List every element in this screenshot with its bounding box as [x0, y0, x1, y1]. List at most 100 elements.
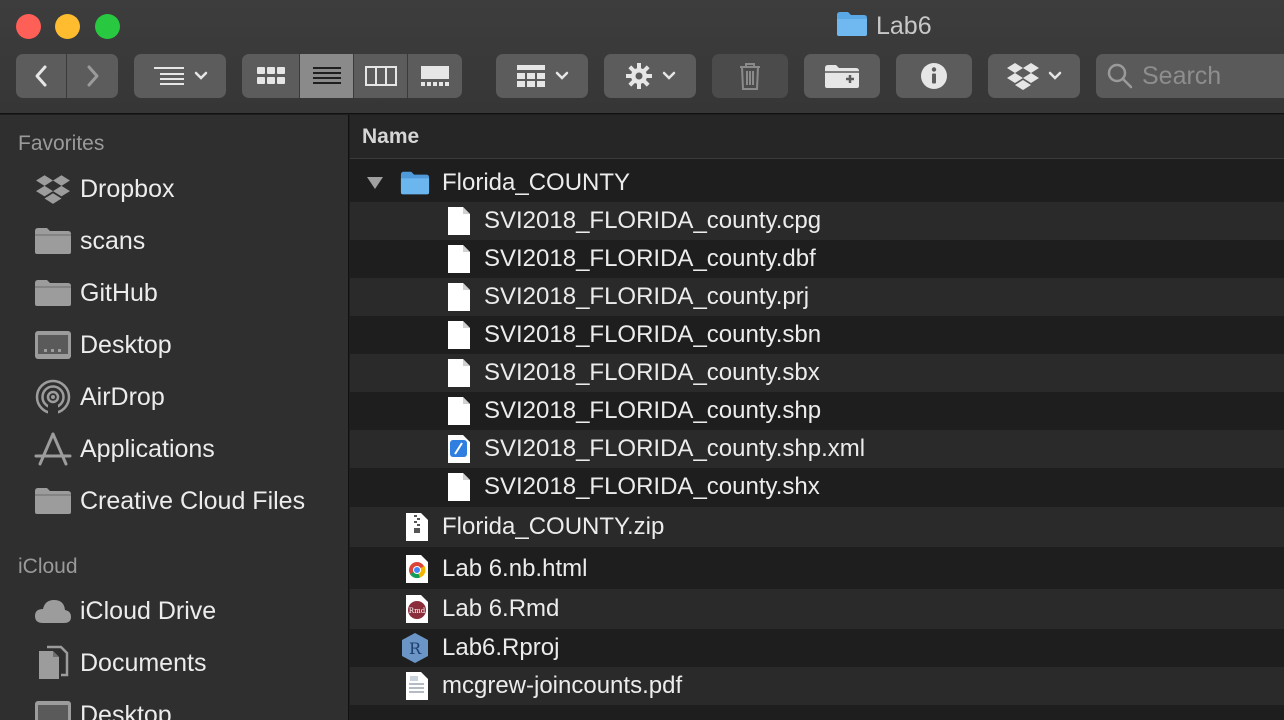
file-row[interactable]: SVI2018_FLORIDA_county.sbn [350, 316, 1284, 354]
folder-icon [34, 274, 72, 312]
get-info-button[interactable] [896, 54, 972, 98]
view-mode-segmented-control [242, 54, 462, 98]
file-row[interactable]: Florida_COUNTY.zip [350, 507, 1284, 547]
chevron-down-icon [194, 71, 208, 80]
sidebar-item-icloud-drive[interactable]: iCloud Drive [34, 591, 216, 631]
chevron-left-icon [35, 65, 47, 87]
file-name: Lab6.Rproj [442, 634, 560, 661]
sidebar-item-label: Applications [80, 434, 215, 463]
group-button[interactable] [496, 54, 588, 98]
document-icon [444, 280, 474, 314]
minimize-window-button[interactable] [55, 14, 80, 39]
group-by-button[interactable] [134, 54, 226, 98]
sidebar-section-icloud: iCloud [18, 555, 78, 578]
file-row[interactable]: SVI2018_FLORIDA_county.sbx [350, 354, 1284, 392]
close-window-button[interactable] [16, 14, 41, 39]
file-name: Florida_COUNTY [442, 169, 631, 196]
toolbar: Lab6 Search [0, 0, 1284, 114]
file-row[interactable]: SVI2018_FLORIDA_county.prj [350, 278, 1284, 316]
zoom-window-button[interactable] [95, 14, 120, 39]
document-icon [444, 394, 474, 428]
file-list: Name Florida_COUNTY SVI2018_FLORIDA_coun… [350, 115, 1284, 720]
gallery-view-button[interactable] [408, 54, 462, 98]
chevron-right-icon [87, 65, 98, 87]
cloud-icon [34, 592, 72, 630]
file-name: SVI2018_FLORIDA_county.cpg [484, 207, 822, 234]
applications-icon [34, 430, 72, 468]
file-name: Lab 6.nb.html [442, 555, 588, 582]
search-icon [1107, 63, 1133, 89]
file-row[interactable]: SVI2018_FLORIDA_county.shp [350, 392, 1284, 430]
sidebar-item-dropbox[interactable]: Dropbox [34, 169, 175, 209]
chrome-html-icon [402, 552, 432, 586]
dropbox-icon [1007, 63, 1039, 90]
sidebar-item-icloud-desktop[interactable]: Desktop [34, 695, 172, 720]
dropbox-menu-button[interactable] [988, 54, 1080, 98]
file-row[interactable]: R Lab6.Rproj [350, 629, 1284, 667]
sidebar-item-documents[interactable]: Documents [34, 643, 206, 683]
file-row[interactable]: Rmd Lab 6.Rmd [350, 589, 1284, 629]
file-name: SVI2018_FLORIDA_county.shx [484, 473, 820, 500]
file-name: SVI2018_FLORIDA_county.sbx [484, 359, 820, 386]
dropbox-icon [34, 170, 72, 208]
new-folder-button[interactable] [804, 54, 880, 98]
svg-text:Rmd: Rmd [409, 607, 426, 615]
document-icon [444, 470, 474, 504]
file-name: Florida_COUNTY.zip [442, 513, 665, 540]
folder-icon [400, 166, 430, 200]
forward-button[interactable] [67, 54, 118, 98]
document-icon [444, 242, 474, 276]
file-row[interactable]: Lab 6.nb.html [350, 549, 1284, 589]
chevron-down-icon [555, 71, 569, 80]
documents-icon [34, 644, 72, 682]
navigation-buttons [16, 54, 118, 98]
file-row[interactable]: SVI2018_FLORIDA_county.shx [350, 468, 1284, 506]
sidebar-item-scans[interactable]: scans [34, 221, 145, 261]
xml-file-icon [444, 432, 474, 466]
sidebar-item-applications[interactable]: Applications [34, 429, 215, 469]
list-group-icon [154, 67, 184, 85]
document-icon [444, 318, 474, 352]
sidebar-item-github[interactable]: GitHub [34, 273, 158, 313]
document-icon [444, 356, 474, 390]
sidebar-section-favorites: Favorites [18, 132, 105, 155]
file-row[interactable]: SVI2018_FLORIDA_county.cpg [350, 202, 1284, 240]
sidebar-item-label: Desktop [80, 700, 172, 720]
pdf-file-icon [402, 669, 432, 703]
svg-text:R: R [409, 639, 422, 658]
column-header-name[interactable]: Name [350, 115, 1284, 159]
move-to-trash-button[interactable] [712, 54, 788, 98]
file-name: SVI2018_FLORIDA_county.prj [484, 283, 810, 310]
zip-file-icon [402, 510, 432, 544]
action-menu-button[interactable] [604, 54, 696, 98]
info-icon [921, 63, 947, 89]
file-row[interactable]: mcgrew-joincounts.pdf [350, 667, 1284, 705]
icon-view-button[interactable] [242, 54, 300, 98]
sidebar-item-airdrop[interactable]: AirDrop [34, 377, 165, 417]
file-name: mcgrew-joincounts.pdf [442, 672, 683, 699]
trash-icon [740, 63, 760, 90]
file-row[interactable]: SVI2018_FLORIDA_county.shp.xml [350, 430, 1284, 468]
sidebar-item-desktop[interactable]: Desktop [34, 325, 172, 365]
file-row-florida-county-folder[interactable]: Florida_COUNTY [350, 164, 1284, 202]
column-header-label: Name [362, 124, 420, 148]
disclosure-triangle-icon[interactable] [366, 175, 384, 191]
search-field[interactable]: Search [1096, 54, 1284, 98]
folder-icon [34, 222, 72, 260]
file-row[interactable]: SVI2018_FLORIDA_county.dbf [350, 240, 1284, 278]
list-icon [312, 67, 341, 84]
sidebar-item-label: Documents [80, 648, 207, 677]
file-name: SVI2018_FLORIDA_county.sbn [484, 321, 822, 348]
rproj-file-icon: R [400, 631, 430, 665]
list-view-button[interactable] [300, 54, 354, 98]
sidebar-item-label: scans [80, 226, 146, 255]
search-placeholder: Search [1142, 61, 1222, 90]
column-view-button[interactable] [354, 54, 408, 98]
grid-icon [256, 67, 285, 84]
desktop-icon [34, 696, 72, 720]
chevron-down-icon [662, 71, 676, 80]
folder-icon [34, 482, 72, 520]
sidebar-item-creative-cloud-files[interactable]: Creative Cloud Files [34, 481, 305, 521]
sidebar-item-label: Desktop [80, 330, 172, 359]
back-button[interactable] [16, 54, 67, 98]
